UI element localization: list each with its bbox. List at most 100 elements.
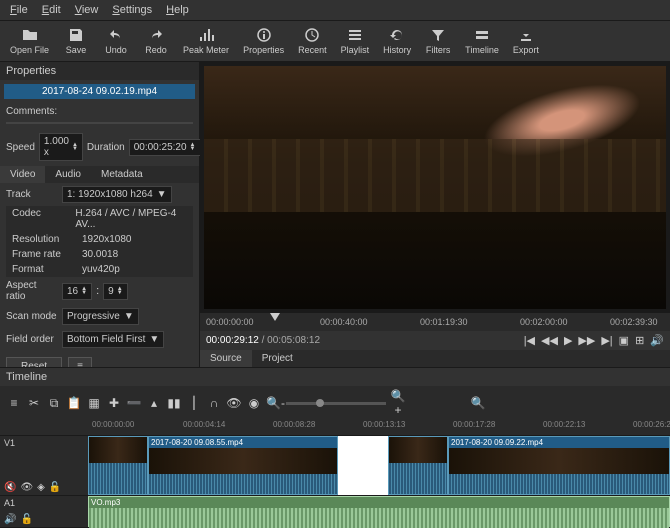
menu-icon[interactable]: ≡ xyxy=(6,396,22,410)
track-label: Track xyxy=(6,189,58,200)
menu-help[interactable]: Help xyxy=(160,2,195,18)
paste-icon[interactable]: 📋 xyxy=(66,396,82,410)
duration-input[interactable]: 00:00:25:20▲▼ xyxy=(129,139,201,156)
timeline-title: Timeline xyxy=(0,368,670,386)
zoom-slider[interactable] xyxy=(286,402,386,405)
speaker-icon[interactable]: 🔊 xyxy=(4,514,16,525)
copy-icon[interactable]: ⧉ xyxy=(46,396,62,411)
timeline-ruler[interactable]: 00:00:00:00 00:00:04:14 00:00:08:28 00:0… xyxy=(88,420,670,436)
volume-button[interactable]: 🔊 xyxy=(650,334,664,347)
clip-name[interactable]: 2017-08-24 09.02.19.mp4 xyxy=(4,84,195,99)
recent-button[interactable]: Recent xyxy=(292,25,333,57)
redo-button[interactable]: Redo xyxy=(137,25,175,57)
resolution-value: 1920x1080 xyxy=(82,234,132,245)
export-button[interactable]: Export xyxy=(507,25,545,57)
zoom-out-icon[interactable]: 🔍- xyxy=(266,396,282,410)
properties-button[interactable]: Properties xyxy=(237,25,290,57)
append-icon[interactable]: ▦ xyxy=(86,396,102,410)
ripple-icon[interactable]: ◉ xyxy=(246,396,262,410)
tab-metadata[interactable]: Metadata xyxy=(91,166,153,183)
tab-audio[interactable]: Audio xyxy=(45,166,91,183)
timeline-gap[interactable] xyxy=(338,436,388,495)
split-icon[interactable]: ⎮ xyxy=(186,396,202,410)
snap-icon[interactable]: ∩ xyxy=(206,396,222,410)
preview-ruler[interactable]: 00:00:00:00 00:00:40:00 00:01:19:30 00:0… xyxy=(200,313,670,331)
eye-icon[interactable]: 👁 xyxy=(20,482,33,493)
video-details: CodecH.264 / AVC / MPEG-4 AV... Resoluti… xyxy=(6,206,193,277)
zoom-in-icon[interactable]: 🔍+ xyxy=(390,389,406,417)
playlist-button[interactable]: Playlist xyxy=(335,25,376,57)
video-track[interactable]: 2017-08-20 09.08.55.mp4 2017-08-20 09.09… xyxy=(88,436,670,496)
audio-track-header[interactable]: A1 🔊 🔓 xyxy=(0,496,88,528)
menu-file[interactable]: File xyxy=(4,2,34,18)
skip-end-button[interactable]: ▶| xyxy=(601,334,612,347)
peak-meter-button[interactable]: Peak Meter xyxy=(177,25,235,57)
framerate-value: 30.0018 xyxy=(82,249,118,260)
rewind-button[interactable]: ◀◀ xyxy=(541,334,558,347)
lift-icon[interactable]: ▴ xyxy=(146,396,162,410)
track-area[interactable]: 00:00:00:00 00:00:04:14 00:00:08:28 00:0… xyxy=(88,420,670,528)
skip-start-button[interactable]: |◀ xyxy=(524,334,535,347)
video-track-header[interactable]: V1 🔇 👁 ◈ 🔓 xyxy=(0,436,88,496)
aspect-label: Aspect ratio xyxy=(6,280,58,302)
codec-label: Codec xyxy=(12,208,75,230)
remove-icon[interactable]: ➖ xyxy=(126,396,142,410)
codec-value: H.264 / AVC / MPEG-4 AV... xyxy=(75,208,187,230)
format-label: Format xyxy=(12,264,82,275)
transport-bar: 00:00:29:12 / 00:05:08:12 |◀ ◀◀ ▶ ▶▶ ▶| … xyxy=(200,331,670,350)
cut-icon[interactable]: ✂ xyxy=(26,396,42,410)
menu-bar: File Edit View Settings Help xyxy=(0,0,670,21)
audio-track[interactable]: VO.mp3 xyxy=(88,496,670,528)
video-clip[interactable]: 2017-08-20 09.09.22.mp4 xyxy=(448,436,670,495)
lock-icon[interactable]: 🔓 xyxy=(49,482,61,493)
menu-edit[interactable]: Edit xyxy=(36,2,67,18)
resolution-label: Resolution xyxy=(12,234,82,245)
filters-button[interactable]: Filters xyxy=(419,25,457,57)
video-clip[interactable] xyxy=(88,436,148,495)
history-button[interactable]: History xyxy=(377,25,417,57)
speed-input[interactable]: 1.000 x▲▼ xyxy=(39,133,83,161)
properties-title: Properties xyxy=(0,62,199,80)
property-tabs: Video Audio Metadata xyxy=(0,166,199,183)
tab-project[interactable]: Project xyxy=(252,350,303,367)
forward-button[interactable]: ▶▶ xyxy=(578,334,595,347)
tab-video[interactable]: Video xyxy=(0,166,45,183)
comments-input[interactable] xyxy=(6,122,193,124)
field-select[interactable]: Bottom Field First ▼ xyxy=(62,331,164,348)
menu-view[interactable]: View xyxy=(69,2,105,18)
compose-icon[interactable]: ◈ xyxy=(37,482,45,493)
tab-source[interactable]: Source xyxy=(200,350,252,367)
track-select[interactable]: 1: 1920x1080 h264 ▼ xyxy=(62,186,172,203)
preview-panel: 00:00:00:00 00:00:40:00 00:01:19:30 00:0… xyxy=(200,62,670,367)
mute-icon[interactable]: 🔇 xyxy=(4,482,16,493)
scan-label: Scan mode xyxy=(6,311,58,322)
format-value: yuv420p xyxy=(82,264,120,275)
audio-clip[interactable]: VO.mp3 xyxy=(88,496,670,527)
scrub-icon[interactable]: 👁 xyxy=(226,396,242,410)
duration-label: Duration xyxy=(87,142,125,153)
zoom-fit-button[interactable]: ▣ xyxy=(619,334,629,347)
preview-image xyxy=(204,66,666,309)
aspect-w-input[interactable]: 16▲▼ xyxy=(62,283,92,300)
aspect-h-input[interactable]: 9▲▼ xyxy=(103,283,128,300)
timeline-toolbar: ≡ ✂ ⧉ 📋 ▦ ✚ ➖ ▴ ▮▮ ⎮ ∩ 👁 ◉ 🔍- 🔍+ 🔍 xyxy=(0,386,670,420)
play-button[interactable]: ▶ xyxy=(564,334,572,347)
grid-button[interactable]: ⊞ xyxy=(635,334,644,347)
menu-settings[interactable]: Settings xyxy=(106,2,158,18)
zoom-fit-icon[interactable]: 🔍 xyxy=(470,396,486,410)
video-clip[interactable]: 2017-08-20 09.08.55.mp4 xyxy=(148,436,338,495)
save-button[interactable]: Save xyxy=(57,25,95,57)
comments-label: Comments: xyxy=(6,106,58,117)
playhead-icon[interactable] xyxy=(270,313,280,321)
field-label: Field order xyxy=(6,334,58,345)
overwrite-icon[interactable]: ▮▮ xyxy=(166,396,182,410)
preview-viewport[interactable] xyxy=(200,62,670,313)
main-toolbar: Open File Save Undo Redo Peak Meter Prop… xyxy=(0,21,670,62)
scan-select[interactable]: Progressive ▼ xyxy=(62,308,139,325)
timeline-button[interactable]: Timeline xyxy=(459,25,505,57)
video-clip[interactable] xyxy=(388,436,448,495)
open-file-button[interactable]: Open File xyxy=(4,25,55,57)
add-icon[interactable]: ✚ xyxy=(106,396,122,410)
undo-button[interactable]: Undo xyxy=(97,25,135,57)
lock-icon[interactable]: 🔓 xyxy=(20,514,32,525)
